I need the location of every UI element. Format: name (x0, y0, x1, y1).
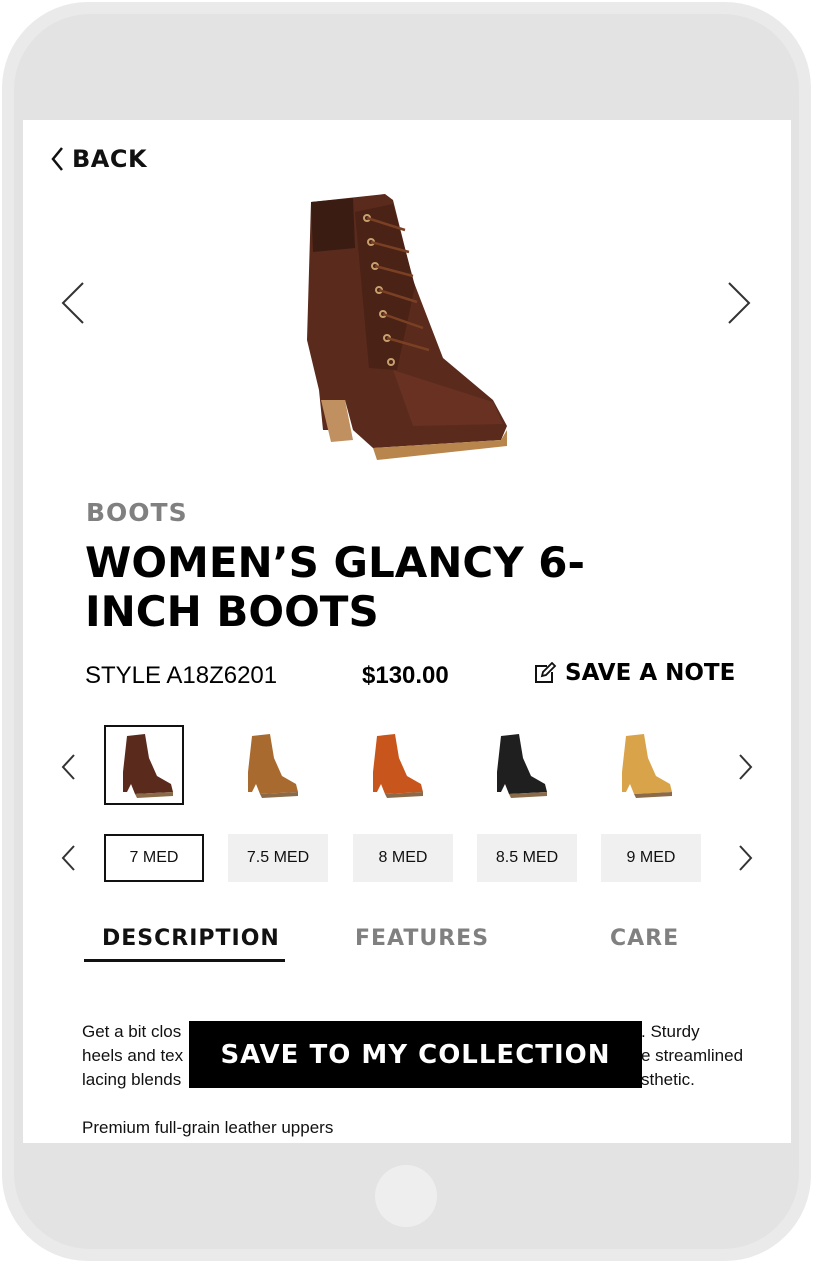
feature-text: Premium full-grain leather uppers (82, 1118, 334, 1137)
description-text: e streamlined (641, 1046, 744, 1065)
back-label: BACK (72, 145, 148, 173)
colors-prev-arrow-icon[interactable] (59, 752, 79, 782)
boot-thumbnail-icon (622, 734, 672, 798)
product-category: BOOTS (86, 498, 188, 527)
tab-description[interactable]: DESCRIPTION (102, 926, 280, 951)
description-text: . Sturdy (641, 1022, 700, 1041)
active-tab-indicator (84, 959, 285, 962)
edit-note-icon (535, 662, 557, 683)
size-option[interactable]: 7.5 MED (228, 834, 328, 882)
product-screen: BACK BOOTS WOMEN’S GLANCY 6-INCH BOOTS S… (23, 120, 791, 1143)
back-button[interactable]: BACK (50, 142, 147, 176)
save-to-collection-button[interactable]: SAVE TO MY COLLECTION (189, 1021, 642, 1088)
save-note-label: SAVE A NOTE (565, 660, 736, 686)
boot-thumbnail-icon (497, 734, 547, 798)
hero-prev-arrow-icon[interactable] (59, 280, 87, 326)
boot-thumbnail-icon (123, 734, 173, 798)
size-option[interactable]: 8.5 MED (477, 834, 577, 882)
color-swatch-black[interactable] (478, 725, 558, 805)
color-swatch-rust-orange[interactable] (354, 725, 434, 805)
product-hero-image (307, 194, 507, 460)
boot-thumbnail-icon (373, 734, 423, 798)
hero-next-arrow-icon[interactable] (725, 280, 753, 326)
colors-next-arrow-icon[interactable] (735, 752, 755, 782)
tab-features[interactable]: FEATURES (355, 926, 489, 951)
boot-thumbnail-icon (248, 734, 298, 798)
description-text: sthetic. (641, 1070, 695, 1089)
description-text: lacing blends (82, 1070, 182, 1089)
size-option[interactable]: 8 MED (353, 834, 453, 882)
color-swatch-tan[interactable] (229, 725, 309, 805)
sizes-prev-arrow-icon[interactable] (59, 843, 79, 873)
color-swatch-wheat[interactable] (603, 725, 683, 805)
product-price: $130.00 (362, 662, 449, 689)
home-button[interactable] (375, 1165, 437, 1227)
sizes-next-arrow-icon[interactable] (735, 843, 755, 873)
product-style-number: STYLE A18Z6201 (85, 662, 278, 689)
color-swatch-dark-brown[interactable] (104, 725, 184, 805)
description-text: Get a bit clos (82, 1022, 182, 1041)
product-title: WOMEN’S GLANCY 6-INCH BOOTS (85, 538, 585, 636)
save-note-button[interactable]: SAVE A NOTE (533, 660, 735, 686)
description-text: heels and tex (82, 1046, 184, 1065)
chevron-left-icon (51, 147, 63, 171)
tab-care[interactable]: CARE (610, 926, 679, 951)
size-option[interactable]: 9 MED (601, 834, 701, 882)
size-option[interactable]: 7 MED (104, 834, 204, 882)
